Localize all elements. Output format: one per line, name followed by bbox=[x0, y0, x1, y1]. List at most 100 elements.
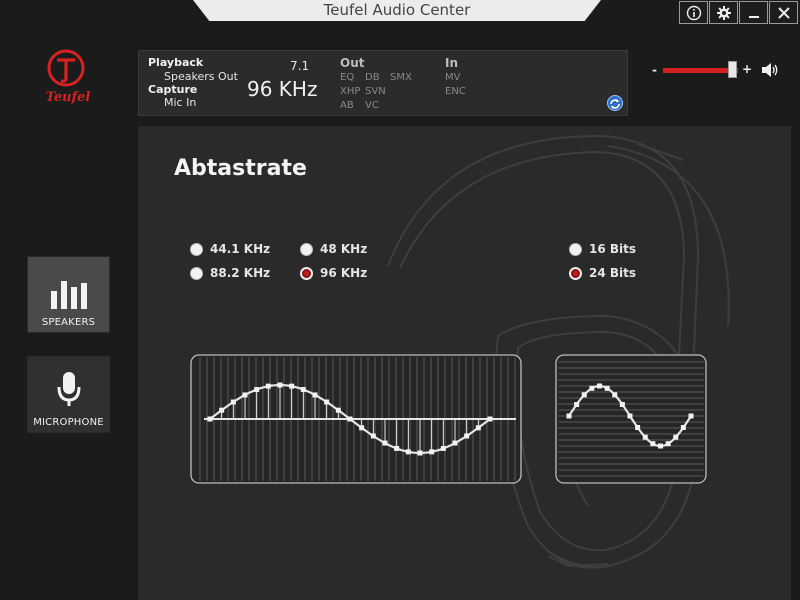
sidebar-item-label: SPEAKERS bbox=[41, 317, 96, 328]
sidebar-item-speakers[interactable]: SPEAKERS bbox=[27, 256, 110, 333]
settings-button[interactable] bbox=[709, 1, 738, 24]
sample-point bbox=[242, 392, 248, 398]
quantized-point bbox=[597, 383, 602, 389]
volume-fill bbox=[663, 68, 727, 73]
radio-dot[interactable] bbox=[190, 266, 203, 280]
sidebar-item-label: MICROPHONE bbox=[33, 417, 104, 428]
sample-point bbox=[335, 407, 341, 413]
quantized-point bbox=[635, 424, 641, 430]
out-vc: VC bbox=[365, 100, 379, 111]
sample-point bbox=[312, 392, 318, 398]
playback-label: Playback bbox=[148, 56, 204, 69]
quantized-point bbox=[680, 424, 686, 430]
quantized-point bbox=[619, 402, 625, 408]
in-mv: MV bbox=[445, 72, 461, 83]
radio-label: 88.2 KHz bbox=[210, 266, 271, 280]
out-db: DB bbox=[365, 72, 380, 83]
radio-16bit[interactable]: 16 Bits bbox=[569, 242, 636, 256]
sample-point bbox=[230, 399, 236, 405]
sample-rate-illustration bbox=[190, 354, 522, 484]
radio-96k[interactable]: 96 KHz bbox=[300, 266, 367, 280]
quantized-point bbox=[642, 434, 648, 440]
sample-rate-display: 96 KHz bbox=[247, 77, 318, 101]
volume-minus[interactable]: - bbox=[652, 63, 657, 77]
close-button[interactable] bbox=[769, 1, 798, 24]
sample-point bbox=[207, 416, 213, 422]
radio-48k[interactable]: 48 KHz bbox=[300, 242, 367, 256]
sample-point bbox=[440, 445, 446, 451]
info-button[interactable] bbox=[679, 1, 708, 24]
sample-point bbox=[417, 450, 423, 456]
info-icon bbox=[686, 5, 701, 20]
out-label: Out bbox=[340, 56, 365, 70]
radio-label: 96 KHz bbox=[320, 266, 368, 280]
volume-thumb[interactable] bbox=[728, 61, 737, 78]
sample-point bbox=[254, 387, 260, 393]
quantized-point bbox=[612, 392, 618, 398]
radio-dot[interactable] bbox=[300, 242, 313, 256]
refresh-icon[interactable] bbox=[607, 95, 623, 111]
brand-name: Teufel bbox=[45, 90, 91, 105]
sample-point bbox=[370, 433, 376, 439]
out-smx: SMX bbox=[390, 72, 412, 83]
sample-point bbox=[219, 407, 225, 413]
radio-dot-selected[interactable] bbox=[300, 266, 313, 280]
sample-point bbox=[359, 425, 365, 431]
quantized-point bbox=[658, 443, 663, 449]
channel-config: 7.1 bbox=[290, 59, 310, 73]
quantized-point bbox=[688, 413, 694, 419]
quantized-point bbox=[581, 392, 587, 398]
radio-dot[interactable] bbox=[569, 242, 582, 256]
sample-point bbox=[347, 416, 353, 422]
quantized-point bbox=[627, 413, 633, 419]
radio-label: 16 Bits bbox=[589, 242, 637, 256]
sample-point bbox=[324, 399, 330, 405]
sample-point bbox=[405, 449, 411, 455]
in-enc: ENC bbox=[445, 86, 466, 97]
quantized-point bbox=[650, 441, 656, 447]
radio-24bit[interactable]: 24 Bits bbox=[569, 266, 636, 280]
quantized-point bbox=[665, 441, 671, 447]
quantized-point bbox=[566, 413, 572, 419]
main-panel: Abtastrate 44.1 KHz 48 KHz 88.2 KHz 96 K… bbox=[138, 126, 791, 600]
quantized-point bbox=[673, 434, 679, 440]
volume-slider[interactable] bbox=[663, 68, 738, 73]
capture-label: Capture bbox=[148, 83, 198, 96]
in-label: In bbox=[445, 56, 459, 70]
sample-point bbox=[429, 449, 435, 455]
close-icon bbox=[777, 6, 790, 19]
radio-label: 24 Bits bbox=[589, 266, 637, 280]
out-ab: AB bbox=[340, 100, 354, 111]
out-svn: SVN bbox=[365, 86, 386, 97]
radio-label: 48 KHz bbox=[320, 242, 368, 256]
sample-point bbox=[475, 425, 481, 431]
sidebar-item-microphone[interactable]: MICROPHONE bbox=[27, 356, 110, 433]
speakers-bars-icon bbox=[50, 281, 87, 309]
volume-plus[interactable]: + bbox=[742, 62, 752, 76]
sample-point bbox=[464, 433, 470, 439]
out-eq: EQ bbox=[340, 72, 355, 83]
page-title: Abtastrate bbox=[174, 156, 307, 181]
bit-depth-illustration bbox=[555, 354, 707, 484]
sample-point bbox=[394, 445, 400, 451]
out-xhp: XHP bbox=[340, 86, 361, 97]
sample-point bbox=[289, 383, 295, 389]
speaker-volume-icon[interactable] bbox=[760, 61, 780, 79]
microphone-icon bbox=[57, 372, 80, 406]
quantized-point bbox=[574, 402, 580, 408]
playback-device: Speakers Out bbox=[164, 70, 238, 83]
sample-point bbox=[277, 382, 283, 388]
quantized-point bbox=[604, 385, 610, 391]
sample-point bbox=[452, 440, 458, 446]
teufel-logo-icon bbox=[47, 49, 85, 87]
gear-icon bbox=[716, 5, 731, 20]
radio-44k[interactable]: 44.1 KHz bbox=[190, 242, 270, 256]
radio-88k[interactable]: 88.2 KHz bbox=[190, 266, 270, 280]
radio-dot-selected[interactable] bbox=[569, 266, 582, 280]
sample-point bbox=[382, 440, 388, 446]
sample-point bbox=[487, 416, 493, 422]
minimize-button[interactable] bbox=[739, 1, 768, 24]
radio-dot[interactable] bbox=[190, 242, 203, 256]
minimize-icon bbox=[748, 15, 759, 18]
quantized-point bbox=[589, 385, 595, 391]
